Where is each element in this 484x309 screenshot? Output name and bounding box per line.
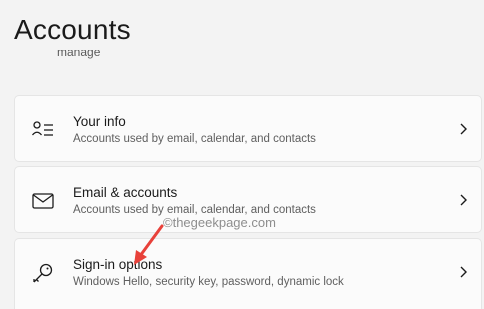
envelope-icon: [32, 193, 54, 209]
chevron-right-icon: [460, 123, 467, 135]
settings-item-your-info[interactable]: Your info Accounts used by email, calend…: [14, 95, 482, 162]
key-icon: [33, 263, 53, 283]
chevron-right-icon: [460, 194, 467, 206]
annotation-arrow-icon: [134, 224, 164, 265]
person-info-icon: [31, 121, 53, 136]
settings-item-description: Accounts used by email, calendar, and co…: [73, 133, 316, 145]
chevron-right-icon: [460, 266, 467, 278]
settings-item-title: Email & accounts: [73, 185, 178, 200]
watermark: ©thegeekpage.com: [163, 215, 276, 230]
settings-item-description: Windows Hello, security key, password, d…: [73, 276, 344, 288]
page-title: Accounts: [14, 14, 131, 45]
partial-section-label: manage: [57, 50, 101, 59]
settings-item-sign-in-options[interactable]: Sign-in options Windows Hello, security …: [14, 238, 482, 309]
settings-item-title: Your info: [73, 114, 126, 129]
